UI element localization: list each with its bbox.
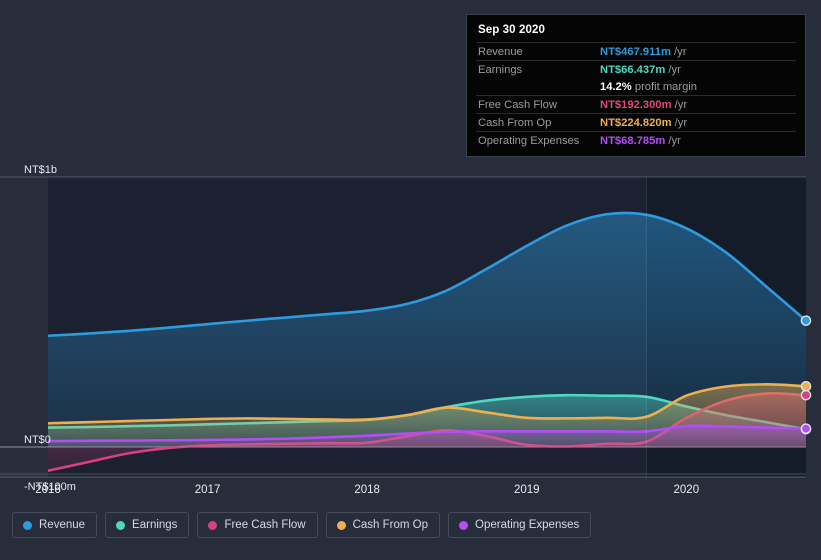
legend-item-cash-from-op[interactable]: Cash From Op bbox=[325, 512, 441, 538]
tooltip-value-number: NT$224.820m bbox=[600, 116, 672, 129]
tooltip-row-label: Free Cash Flow bbox=[476, 95, 600, 114]
endpoint-marker-free_cash_flow bbox=[800, 389, 812, 401]
legend-item-label: Cash From Op bbox=[352, 519, 429, 531]
tooltip-value-number: NT$68.785m bbox=[600, 134, 666, 147]
tooltip-row: Earnings NT$66.437m /yr bbox=[476, 60, 796, 78]
y-tick-label: NT$0 bbox=[24, 434, 51, 446]
legend-item-label: Operating Expenses bbox=[475, 519, 580, 531]
endpoint-marker-cash_from_op bbox=[800, 380, 812, 392]
tooltip-table: Revenue NT$467.911m /yr Earnings NT$66.437m… bbox=[476, 42, 796, 149]
x-tick-label: 2020 bbox=[674, 484, 700, 496]
chart-legend: Revenue Earnings Free Cash Flow Cash From O… bbox=[12, 512, 592, 538]
tooltip-value-suffix: /yr bbox=[671, 98, 688, 111]
tooltip-value-suffix: profit margin bbox=[631, 80, 698, 93]
tooltip-row-label: Earnings bbox=[476, 60, 600, 78]
tooltip-value-suffix: /yr bbox=[670, 45, 687, 58]
tooltip-row-label bbox=[476, 78, 600, 96]
tooltip-row-value: NT$66.437m /yr bbox=[600, 60, 796, 78]
tooltip-value-number: NT$192.300m bbox=[600, 98, 672, 111]
tooltip-row: Revenue NT$467.911m /yr bbox=[476, 42, 796, 61]
tooltip-row: Operating Expenses NT$68.785m /yr bbox=[476, 131, 796, 149]
tooltip-row-label: Cash From Op bbox=[476, 113, 600, 132]
legend-item-label: Free Cash Flow bbox=[224, 519, 306, 531]
legend-item-label: Revenue bbox=[39, 519, 86, 531]
tooltip-value-suffix: /yr bbox=[671, 116, 688, 129]
legend-item-label: Earnings bbox=[132, 519, 178, 531]
tooltip-row-label: Operating Expenses bbox=[476, 131, 600, 149]
legend-color-swatch-icon bbox=[23, 520, 32, 530]
tooltip-row-value: NT$467.911m /yr bbox=[600, 42, 796, 61]
endpoint-marker-operating_expenses bbox=[800, 423, 812, 434]
legend-color-swatch-icon bbox=[116, 520, 126, 530]
tooltip-row: Cash From Op NT$224.820m /yr bbox=[476, 113, 796, 132]
legend-color-swatch-icon bbox=[459, 520, 469, 530]
legend-color-swatch-icon bbox=[336, 520, 346, 530]
chart-tooltip: Sep 30 2020 Revenue NT$467.911m /yr Earnin… bbox=[466, 14, 806, 157]
tooltip-value-number: NT$66.437m bbox=[600, 63, 666, 76]
tooltip-row-value: NT$68.785m /yr bbox=[600, 131, 796, 149]
legend-color-swatch-icon bbox=[208, 520, 218, 530]
x-tick-label: 2016 bbox=[35, 484, 61, 496]
legend-item-free-cash-flow[interactable]: Free Cash Flow bbox=[197, 512, 318, 538]
endpoint-marker-revenue bbox=[800, 315, 812, 326]
tooltip-date: Sep 30 2020 bbox=[478, 24, 545, 36]
tooltip-value-suffix: /yr bbox=[665, 134, 681, 147]
tooltip-value-number: NT$467.911m bbox=[600, 45, 671, 58]
y-tick-label: NT$1b bbox=[24, 164, 57, 176]
tooltip-row: Free Cash Flow NT$192.300m /yr bbox=[476, 95, 796, 114]
tooltip-row-label: Revenue bbox=[476, 42, 600, 61]
tooltip-row-value: NT$224.820m /yr bbox=[600, 113, 796, 132]
x-tick-label: 2017 bbox=[195, 484, 221, 496]
tooltip-value-number: 14.2% bbox=[600, 80, 632, 93]
x-tick-label: 2019 bbox=[514, 484, 540, 496]
tooltip-value-suffix: /yr bbox=[665, 63, 681, 76]
legend-item-earnings[interactable]: Earnings bbox=[105, 512, 190, 538]
tooltip-row-value: NT$192.300m /yr bbox=[600, 95, 796, 114]
tooltip-row-value: 14.2% profit margin bbox=[600, 78, 796, 96]
legend-item-revenue[interactable]: Revenue bbox=[12, 512, 98, 538]
x-tick-label: 2018 bbox=[354, 484, 380, 496]
tooltip-row: 14.2% profit margin bbox=[476, 78, 796, 96]
legend-item-operating-expenses[interactable]: Operating Expenses bbox=[448, 512, 592, 538]
x-axis-labels: 2016 2017 2018 2019 2020 bbox=[35, 484, 699, 496]
